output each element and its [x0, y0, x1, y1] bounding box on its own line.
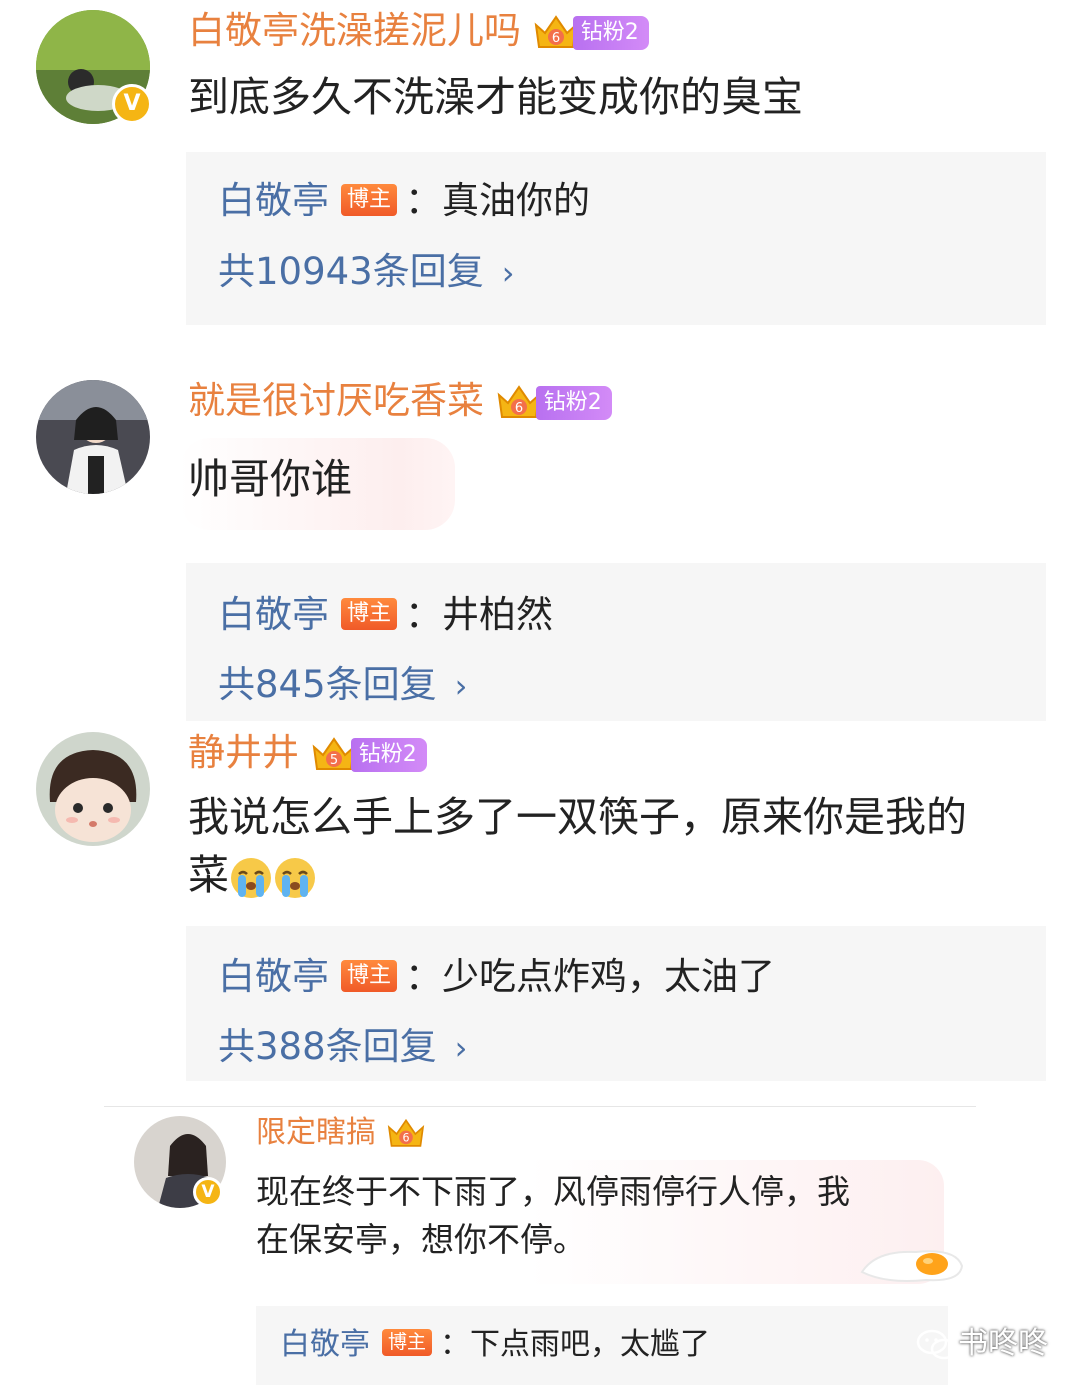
reply-author[interactable]: 白敬亭	[280, 1327, 370, 1362]
reply-text: 下点雨吧，太尴了	[470, 1327, 711, 1362]
blogger-badge: 博主	[382, 1329, 433, 1356]
fried-egg-sticker-icon	[860, 1250, 964, 1282]
verified-badge-icon: V	[112, 84, 152, 124]
reply-line: 白敬亭 博主 ：下点雨吧，太尴了	[280, 1327, 711, 1362]
reply-count-link[interactable]: 共10943条回复 ›	[218, 247, 515, 298]
avatar[interactable]	[36, 732, 150, 846]
crown-icon: 6	[387, 1118, 424, 1147]
svg-text:5: 5	[330, 753, 338, 768]
comment-username[interactable]: 白敬亭洗澡搓泥儿吗 6 钻粉2	[188, 8, 649, 54]
comment-text: 帅哥你谁	[188, 455, 352, 503]
svg-text:6: 6	[402, 1131, 409, 1144]
reply-count-link[interactable]: 共845条回复 ›	[218, 660, 467, 711]
blogger-badge: 博主	[341, 597, 398, 630]
reply-author[interactable]: 白敬亭	[218, 955, 329, 998]
reply-author[interactable]: 白敬亭	[218, 593, 329, 636]
crown-icon: 6	[497, 384, 541, 418]
crown-icon: 5	[312, 736, 356, 770]
divider	[104, 1106, 976, 1107]
reply-count-link[interactable]: 共388条回复 ›	[218, 1022, 467, 1073]
reply-author[interactable]: 白敬亭	[218, 179, 329, 222]
watermark: 书咚咚	[916, 1318, 1048, 1362]
reply-text: 井柏然	[442, 593, 554, 636]
chevron-right-icon: ›	[501, 254, 515, 292]
reply-line: 白敬亭 博主 ：井柏然	[218, 593, 554, 636]
wechat-icon	[916, 1329, 958, 1359]
reply-text: 真油你的	[442, 179, 591, 222]
comment-username[interactable]: 限定瞎搞 6	[256, 1114, 426, 1152]
fan-badge: 钻粉2	[350, 737, 427, 772]
chevron-right-icon: ›	[454, 1029, 468, 1067]
reply-line: 白敬亭 博主 ：真油你的	[218, 179, 591, 222]
fan-badge: 钻粉2	[572, 15, 649, 50]
comment-text: 到底多久不洗澡才能变成你的臭宝	[188, 73, 803, 121]
comment-username[interactable]: 就是很讨厌吃香菜 6 钻粉2	[188, 378, 612, 424]
crying-face-icon	[231, 858, 271, 898]
comment-text-line: 在保安亭，想你不停。	[256, 1220, 586, 1259]
comment-text-line: 菜	[188, 846, 317, 904]
crown-icon: 6	[534, 14, 578, 48]
svg-text:6: 6	[552, 31, 560, 46]
crying-face-icon	[275, 858, 315, 898]
avatar[interactable]	[36, 380, 150, 494]
verified-badge-icon: V	[193, 1177, 223, 1207]
fan-badge: 钻粉2	[535, 385, 612, 420]
comment-text-line: 我说怎么手上多了一双筷子，原来你是我的	[188, 793, 967, 841]
reply-line: 白敬亭 博主 ：少吃点炸鸡，太油了	[218, 955, 776, 998]
blogger-badge: 博主	[341, 183, 398, 216]
svg-text:6: 6	[515, 401, 523, 416]
comment-text-line: 现在终于不下雨了，风停雨停行人停，我	[256, 1172, 850, 1211]
blogger-badge: 博主	[341, 959, 398, 992]
chevron-right-icon: ›	[454, 667, 468, 705]
comment-username[interactable]: 静井井 5 钻粉2	[188, 730, 427, 776]
reply-text: 少吃点炸鸡，太油了	[442, 955, 776, 998]
